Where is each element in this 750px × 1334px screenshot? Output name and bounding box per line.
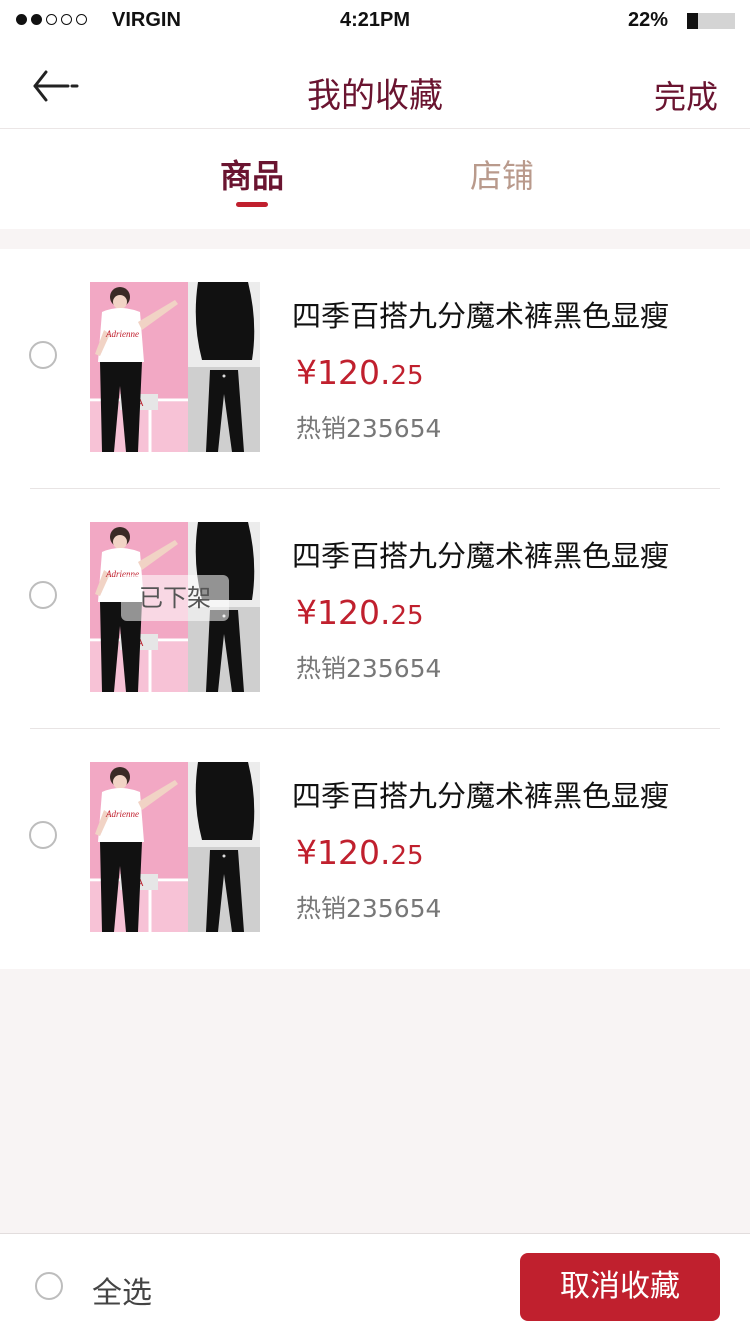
list-item[interactable]: 四季百搭九分魔术裤黑色显瘦 ¥120.25 热销235654 xyxy=(0,249,750,489)
product-price: ¥120.25 xyxy=(296,353,424,392)
delisted-badge: 已下架 xyxy=(121,575,229,621)
select-all-checkbox[interactable] xyxy=(35,1272,63,1300)
battery-icon xyxy=(687,13,735,29)
active-tab-indicator xyxy=(236,202,268,207)
page-title: 我的收藏 xyxy=(307,76,443,116)
tab-bar: 商品 店铺 xyxy=(0,129,750,229)
product-image[interactable] xyxy=(90,762,260,932)
item-checkbox[interactable] xyxy=(29,341,57,369)
product-title[interactable]: 四季百搭九分魔术裤黑色显瘦 xyxy=(292,773,669,815)
bottom-action-bar: 全选 取消收藏 xyxy=(0,1233,750,1334)
item-checkbox[interactable] xyxy=(29,581,57,609)
battery-percent: 22% xyxy=(628,9,669,31)
item-checkbox[interactable] xyxy=(29,821,57,849)
price-integer: ¥120. xyxy=(296,833,391,872)
select-all-label[interactable]: 全选 xyxy=(92,1268,152,1312)
favorites-list: 四季百搭九分魔术裤黑色显瘦 ¥120.25 热销235654 四季百搭九分魔术裤… xyxy=(0,249,750,969)
arrow-left-icon[interactable] xyxy=(32,68,80,104)
product-sales: 热销235654 xyxy=(296,654,442,683)
price-integer: ¥120. xyxy=(296,353,391,392)
product-sales: 热销235654 xyxy=(296,894,442,923)
status-bar: VIRGIN 4:21PM 22% xyxy=(0,0,750,40)
product-title[interactable]: 四季百搭九分魔术裤黑色显瘦 xyxy=(292,533,669,575)
tab-goods[interactable]: 商品 xyxy=(172,151,332,197)
list-item[interactable]: 四季百搭九分魔术裤黑色显瘦 ¥120.25 热销235654 xyxy=(0,729,750,969)
product-price: ¥120.25 xyxy=(296,593,424,632)
product-image[interactable] xyxy=(90,282,260,452)
price-decimal: 25 xyxy=(390,601,424,631)
tab-shops[interactable]: 店铺 xyxy=(422,151,582,197)
done-button[interactable]: 完成 xyxy=(654,72,718,118)
battery-level xyxy=(687,13,698,29)
price-decimal: 25 xyxy=(390,361,424,391)
navigation-bar: 我的收藏 完成 xyxy=(0,40,750,129)
cancel-favorite-button[interactable]: 取消收藏 xyxy=(520,1253,720,1321)
price-integer: ¥120. xyxy=(296,593,391,632)
product-price: ¥120.25 xyxy=(296,833,424,872)
list-item[interactable]: 四季百搭九分魔术裤黑色显瘦 ¥120.25 热销235654 xyxy=(0,489,750,729)
product-sales: 热销235654 xyxy=(296,414,442,443)
price-decimal: 25 xyxy=(390,841,424,871)
product-title[interactable]: 四季百搭九分魔术裤黑色显瘦 xyxy=(292,293,669,335)
